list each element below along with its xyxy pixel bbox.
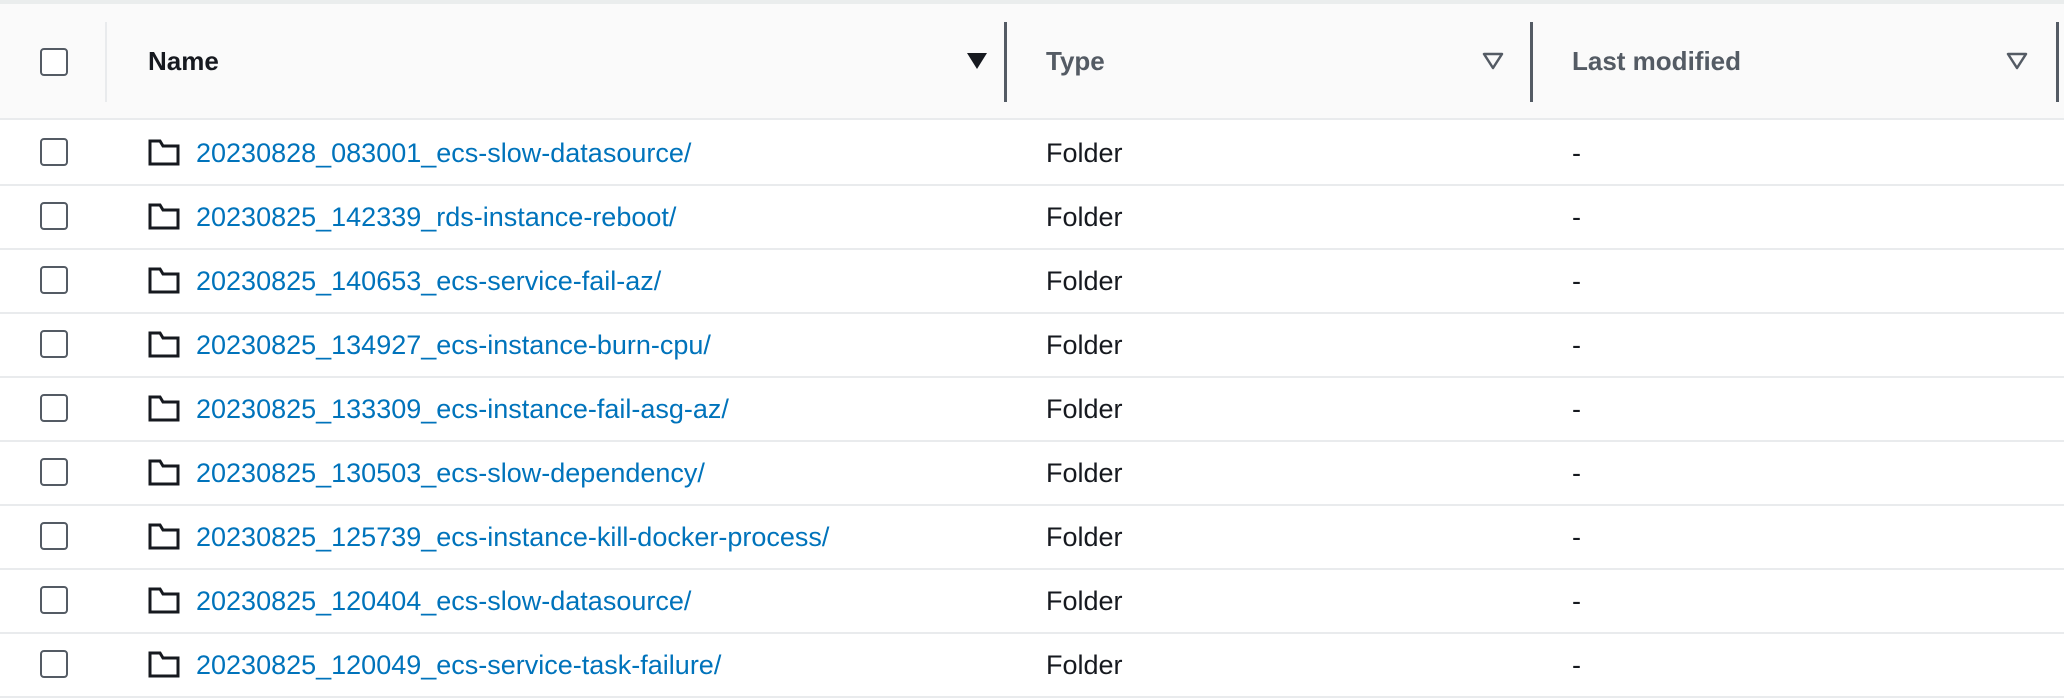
row-select-checkbox[interactable] — [40, 586, 68, 614]
folder-icon — [148, 587, 180, 614]
folder-icon — [148, 203, 180, 230]
folder-icon — [148, 139, 180, 166]
row-select-checkbox[interactable] — [40, 202, 68, 230]
last-modified-cell: - — [1572, 394, 1581, 424]
last-modified-cell: - — [1572, 586, 1581, 616]
folder-icon — [148, 267, 180, 294]
last-modified-cell: - — [1572, 266, 1581, 296]
column-resizer-last-modified[interactable] — [2056, 22, 2059, 102]
row-select-checkbox[interactable] — [40, 522, 68, 550]
last-modified-cell: - — [1572, 650, 1581, 680]
header-select-cell — [0, 4, 107, 118]
folder-icon — [148, 651, 180, 678]
sort-descending-icon[interactable] — [965, 51, 989, 71]
column-header-last-modified-label: Last modified — [1572, 46, 1742, 76]
select-all-checkbox[interactable] — [40, 48, 68, 76]
last-modified-cell: - — [1572, 522, 1581, 552]
sort-unsorted-icon[interactable] — [2005, 51, 2029, 71]
type-cell: Folder — [1046, 522, 1123, 552]
type-cell: Folder — [1046, 586, 1123, 616]
folder-name-link[interactable]: 20230825_134927_ecs-instance-burn-cpu/ — [196, 329, 711, 361]
row-select-checkbox[interactable] — [40, 330, 68, 358]
folder-name-link[interactable]: 20230825_130503_ecs-slow-dependency/ — [196, 457, 705, 489]
folder-icon — [148, 523, 180, 550]
row-select-checkbox[interactable] — [40, 458, 68, 486]
column-header-type-label: Type — [1046, 46, 1105, 76]
column-header-name-label: Name — [148, 46, 219, 76]
table-row[interactable]: 20230828_083001_ecs-slow-datasource/Fold… — [0, 122, 2064, 186]
table-header: Name Type Last modified — [0, 4, 2064, 120]
table-row[interactable]: 20230825_120404_ecs-slow-datasource/Fold… — [0, 570, 2064, 634]
row-select-checkbox[interactable] — [40, 650, 68, 678]
column-header-type[interactable]: Type — [1007, 4, 1532, 118]
row-select-checkbox[interactable] — [40, 266, 68, 294]
table-row[interactable]: 20230825_133309_ecs-instance-fail-asg-az… — [0, 378, 2064, 442]
type-cell: Folder — [1046, 330, 1123, 360]
folder-name-link[interactable]: 20230825_120404_ecs-slow-datasource/ — [196, 585, 691, 617]
table-row[interactable]: 20230825_120049_ecs-service-task-failure… — [0, 634, 2064, 698]
table-row[interactable]: 20230825_134927_ecs-instance-burn-cpu/Fo… — [0, 314, 2064, 378]
last-modified-cell: - — [1572, 202, 1581, 232]
folder-icon — [148, 331, 180, 358]
folder-icon — [148, 395, 180, 422]
folder-name-link[interactable]: 20230825_120049_ecs-service-task-failure… — [196, 649, 721, 681]
folder-name-link[interactable]: 20230825_133309_ecs-instance-fail-asg-az… — [196, 393, 729, 425]
type-cell: Folder — [1046, 266, 1123, 296]
folder-icon — [148, 459, 180, 486]
type-cell: Folder — [1046, 138, 1123, 168]
type-cell: Folder — [1046, 394, 1123, 424]
last-modified-cell: - — [1572, 138, 1581, 168]
column-header-name[interactable]: Name — [107, 4, 1006, 118]
folder-name-link[interactable]: 20230825_140653_ecs-service-fail-az/ — [196, 265, 661, 297]
folder-name-link[interactable]: 20230825_142339_rds-instance-reboot/ — [196, 201, 676, 233]
row-select-checkbox[interactable] — [40, 394, 68, 422]
type-cell: Folder — [1046, 650, 1123, 680]
row-select-checkbox[interactable] — [40, 138, 68, 166]
table-row[interactable]: 20230825_125739_ecs-instance-kill-docker… — [0, 506, 2064, 570]
column-header-last-modified[interactable]: Last modified — [1533, 4, 2058, 118]
type-cell: Folder — [1046, 202, 1123, 232]
folder-name-link[interactable]: 20230828_083001_ecs-slow-datasource/ — [196, 137, 691, 169]
table-row[interactable]: 20230825_142339_rds-instance-reboot/Fold… — [0, 186, 2064, 250]
last-modified-cell: - — [1572, 458, 1581, 488]
sort-unsorted-icon[interactable] — [1481, 51, 1505, 71]
folder-name-link[interactable]: 20230825_125739_ecs-instance-kill-docker… — [196, 521, 829, 553]
type-cell: Folder — [1046, 458, 1123, 488]
last-modified-cell: - — [1572, 330, 1581, 360]
table-row[interactable]: 20230825_130503_ecs-slow-dependency/Fold… — [0, 442, 2064, 506]
table-row[interactable]: 20230825_140653_ecs-service-fail-az/Fold… — [0, 250, 2064, 314]
